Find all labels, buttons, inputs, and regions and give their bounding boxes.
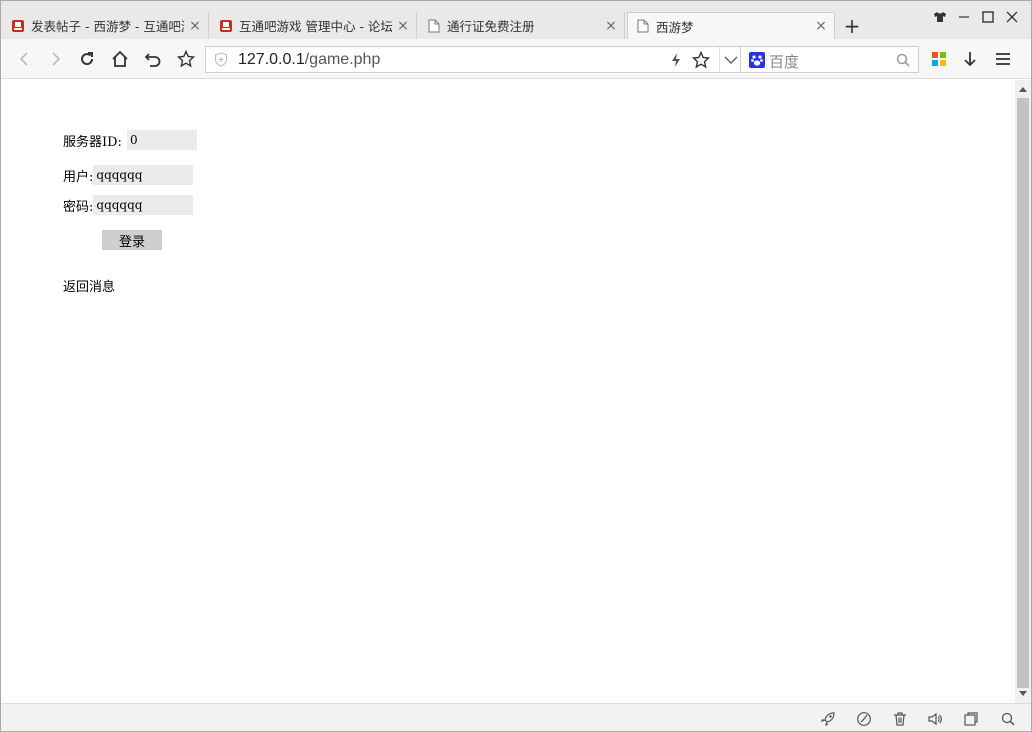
speed-dial-icon[interactable] (855, 710, 873, 728)
page-icon (636, 19, 650, 33)
chevron-down-icon[interactable] (723, 53, 739, 67)
username-input[interactable]: qqqqqq (93, 165, 194, 185)
return-message: 返回消息 (63, 280, 116, 295)
tab-title: 西游梦 (656, 19, 694, 35)
scroll-down-icon[interactable] (1015, 687, 1031, 701)
scrollbar-thumb[interactable] (1017, 98, 1029, 688)
url-path: /game.php (304, 51, 381, 68)
apps-grid-icon[interactable] (927, 47, 951, 71)
zoom-icon[interactable] (999, 710, 1017, 728)
navigation-toolbar: 127.0.0.1/game.php 百度 (1, 39, 1031, 79)
search-placeholder: 百度 (769, 53, 800, 71)
page-content: 服务器ID: 0 用户: qqqqqq 密码: qqqqqq 登录 返回消息 (1, 80, 1015, 703)
close-icon[interactable]: × (604, 19, 618, 33)
status-bar (1, 703, 1031, 731)
baidu-paw-icon[interactable] (749, 52, 765, 68)
home-icon[interactable] (108, 47, 132, 71)
username-label: 用户: (63, 169, 94, 185)
maximize-icon[interactable] (979, 7, 997, 27)
undo-close-icon[interactable] (141, 47, 165, 71)
server-id-row: 服务器ID: 0 (63, 130, 197, 150)
close-icon[interactable]: × (188, 19, 202, 33)
url-host: 127.0.0.1 (238, 51, 305, 68)
rocket-icon[interactable] (819, 710, 837, 728)
site-favicon-icon (219, 19, 233, 33)
lightning-icon[interactable] (668, 52, 684, 68)
tab-title: 互通吧游戏 管理中心 - 论坛 (239, 19, 392, 34)
close-icon[interactable]: × (396, 19, 410, 33)
tab-xiyoumeng[interactable]: 西游梦 × (627, 12, 835, 39)
tab-post-thread[interactable]: 发表帖子 - 西游梦 - 互通吧游 × (3, 12, 209, 39)
vertical-scrollbar[interactable] (1015, 80, 1031, 703)
page-icon (427, 19, 441, 33)
url-text: 127.0.0.1/game.php (238, 51, 380, 69)
divider (719, 47, 720, 72)
bookmark-star-icon[interactable] (174, 47, 198, 71)
close-icon[interactable]: × (814, 19, 828, 33)
back-icon[interactable] (13, 47, 37, 71)
favorite-star-icon[interactable] (691, 50, 711, 69)
skin-shirt-icon[interactable] (931, 7, 949, 27)
menu-icon[interactable] (991, 47, 1015, 71)
password-row: 密码: qqqqqq (63, 195, 194, 215)
tab-admin-center[interactable]: 互通吧游戏 管理中心 - 论坛 × (211, 12, 417, 39)
password-label: 密码: (63, 199, 94, 215)
username-row: 用户: qqqqqq (63, 165, 194, 185)
address-bar[interactable]: 127.0.0.1/game.php (205, 46, 741, 73)
site-favicon-icon (11, 19, 25, 33)
download-icon[interactable] (958, 47, 982, 71)
trash-icon[interactable] (891, 710, 909, 728)
tab-strip: 发表帖子 - 西游梦 - 互通吧游 × 互通吧游戏 管理中心 - 论坛 × 通行… (1, 1, 1031, 39)
tab-registration[interactable]: 通行证免费注册 × (419, 12, 625, 39)
server-id-input[interactable]: 0 (126, 130, 197, 150)
browser-window: 发表帖子 - 西游梦 - 互通吧游 × 互通吧游戏 管理中心 - 论坛 × 通行… (0, 0, 1032, 732)
close-window-icon[interactable] (1003, 7, 1021, 27)
security-shield-icon[interactable] (214, 52, 228, 67)
forward-icon[interactable] (43, 47, 67, 71)
volume-icon[interactable] (926, 710, 944, 728)
server-id-label: 服务器ID: (63, 134, 122, 150)
tab-title: 通行证免费注册 (447, 19, 535, 34)
reload-icon[interactable] (75, 47, 99, 71)
search-box[interactable]: 百度 (741, 46, 919, 73)
new-tab-icon[interactable]: + (841, 15, 863, 37)
password-input[interactable]: qqqqqq (93, 195, 194, 215)
tab-title: 发表帖子 - 西游梦 - 互通吧游 (31, 19, 184, 34)
window-restore-icon[interactable] (962, 710, 980, 728)
minimize-icon[interactable] (956, 7, 972, 27)
search-icon[interactable] (895, 52, 911, 68)
scroll-up-icon[interactable] (1015, 82, 1031, 96)
login-button[interactable]: 登录 (102, 230, 162, 250)
